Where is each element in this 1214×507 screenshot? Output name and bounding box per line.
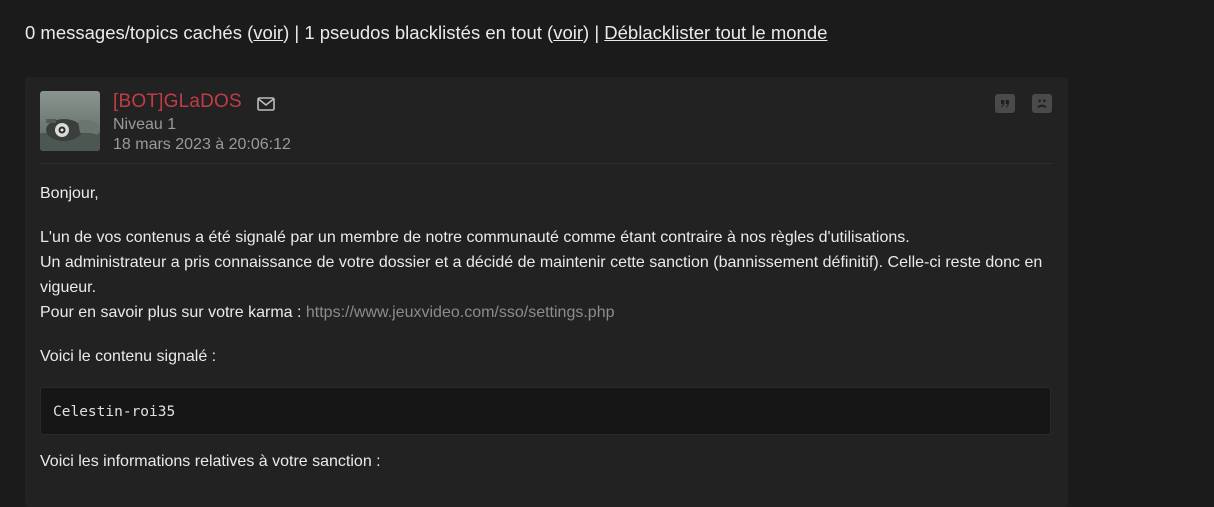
post-date[interactable]: 18 mars 2023 à 20:06:12: [113, 136, 291, 154]
reported-content-label: Voici le contenu signalé :: [40, 348, 217, 365]
quote-icon: [1001, 100, 1009, 108]
sanction-paragraph: L'un de vos contenus a été signalé par u…: [40, 225, 1055, 325]
report-button[interactable]: [1032, 94, 1052, 113]
karma-settings-link[interactable]: https://www.jeuxvideo.com/sso/settings.p…: [306, 304, 615, 321]
quote-button[interactable]: [995, 94, 1015, 113]
glados-avatar-image: [40, 91, 100, 151]
reported-content-text: Celestin-roi35: [53, 404, 176, 420]
karma-prefix-text: Pour en savoir plus sur votre karma :: [40, 304, 306, 321]
greeting-text: Bonjour,: [40, 185, 99, 202]
report-notice-text: L'un de vos contenus a été signalé par u…: [40, 229, 910, 246]
avatar[interactable]: [40, 91, 100, 151]
author-name[interactable]: [BOT]GLaDOS: [113, 91, 242, 113]
view-blacklist-link[interactable]: voir: [553, 22, 583, 43]
header-divider: [40, 163, 1053, 164]
mail-icon[interactable]: [257, 97, 275, 111]
separator-text: ) |: [583, 22, 605, 43]
sanction-info-label: Voici les informations relatives à votre…: [40, 453, 381, 470]
unblacklist-all-link[interactable]: Déblacklister tout le monde: [604, 22, 827, 43]
blacklist-info-bar: 0 messages/topics cachés (voir) | 1 pseu…: [25, 22, 827, 44]
view-hidden-link[interactable]: voir: [253, 22, 283, 43]
decision-text: Un administrateur a pris connaissance de…: [40, 254, 1043, 296]
sad-face-icon: [1037, 99, 1047, 109]
hidden-messages-text: 0 messages/topics cachés (: [25, 22, 254, 43]
blacklist-count-text: ) | 1 pseudos blacklistés en tout (: [283, 22, 554, 43]
reported-content-box: Celestin-roi35: [40, 387, 1051, 435]
message-card: [BOT]GLaDOS Niveau 1 18 mars 2023 à 20:0…: [25, 77, 1068, 507]
author-level: Niveau 1: [113, 116, 177, 133]
